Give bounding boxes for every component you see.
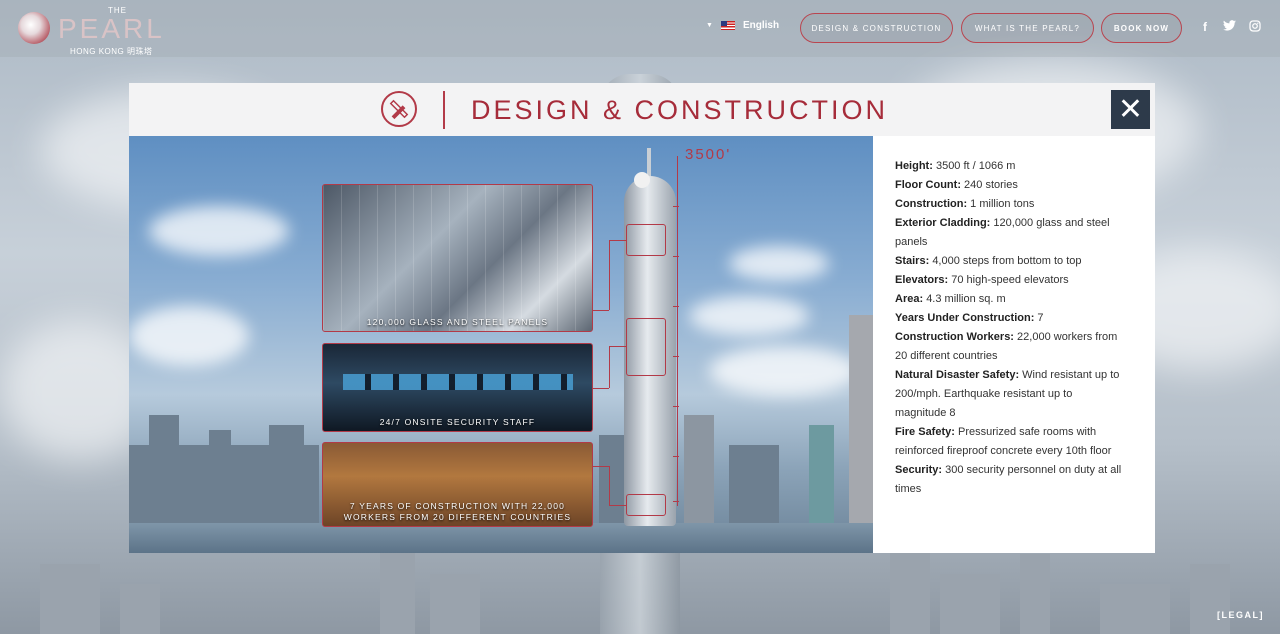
nav-book-now-button[interactable]: BOOK NOW xyxy=(1101,13,1182,43)
language-label: English xyxy=(742,20,780,31)
facts-list: Height: 3500 ft / 1066 m Floor Count: 240… xyxy=(895,157,1125,499)
height-label: 3500' xyxy=(685,146,732,163)
close-icon: ✕ xyxy=(1117,93,1144,126)
close-button[interactable]: ✕ xyxy=(1111,90,1150,129)
fact-value: 4,000 steps from bottom to top xyxy=(932,255,1082,267)
site-header: THE PEARL HONG KONG 明珠塔 ▼ English DESIGN… xyxy=(0,0,1280,57)
panel-caption: 7 YEARS OF CONSTRUCTION WITH 22,000 WORK… xyxy=(343,501,572,522)
pearl-orb xyxy=(634,172,650,188)
panel-caption: 120,000 GLASS AND STEEL PANELS xyxy=(366,317,549,327)
modal-title: DESIGN & CONSTRUCTION xyxy=(471,95,889,125)
us-flag-icon xyxy=(720,21,735,30)
fact-item: Area: 4.3 million sq. m xyxy=(895,290,1125,309)
fact-label: Exterior Cladding: xyxy=(895,217,991,229)
height-ruler xyxy=(677,156,678,506)
legal-link[interactable]: [LEGAL] xyxy=(1217,610,1264,620)
fact-label: Security: xyxy=(895,464,943,476)
fact-value: 240 stories xyxy=(964,179,1018,191)
glass-panels-photo: 120,000 GLASS AND STEEL PANELS xyxy=(322,184,593,332)
fact-item: Security: 300 security personnel on duty… xyxy=(895,461,1125,499)
logo-subtitle: HONG KONG 明珠塔 xyxy=(70,47,153,56)
callout-marker xyxy=(626,318,666,376)
fact-item: Construction: 1 million tons xyxy=(895,195,1125,214)
fact-label: Stairs: xyxy=(895,255,930,267)
caret-down-icon: ▼ xyxy=(706,22,713,29)
fact-label: Fire Safety: xyxy=(895,426,955,438)
fact-value: 7 xyxy=(1037,312,1044,324)
instagram-icon[interactable] xyxy=(1248,20,1262,35)
facebook-icon[interactable]: f xyxy=(1198,20,1212,34)
pearl-orb-icon xyxy=(18,12,50,44)
fact-item: Natural Disaster Safety: Wind resistant … xyxy=(895,366,1125,423)
fact-value: 1 million tons xyxy=(970,198,1035,210)
callout-marker xyxy=(626,494,666,516)
title-divider xyxy=(443,91,445,129)
fact-value: 4.3 million sq. m xyxy=(926,293,1006,305)
fact-item: Stairs: 4,000 steps from bottom to top xyxy=(895,252,1125,271)
fact-label: Natural Disaster Safety: xyxy=(895,369,1020,381)
construction-photo: 7 YEARS OF CONSTRUCTION WITH 22,000 WORK… xyxy=(322,442,593,527)
fact-label: Area: xyxy=(895,293,924,305)
fact-item: Elevators: 70 high-speed elevators xyxy=(895,271,1125,290)
nav-design-construction-button[interactable]: DESIGN & CONSTRUCTION xyxy=(800,13,953,43)
fact-item: Floor Count: 240 stories xyxy=(895,176,1125,195)
fact-item: Height: 3500 ft / 1066 m xyxy=(895,157,1125,176)
design-construction-modal: DESIGN & CONSTRUCTION ✕ 3500' 120,000 GL… xyxy=(129,83,1155,553)
fact-value: 70 high-speed elevators xyxy=(951,274,1069,286)
security-staff-photo: 24/7 ONSITE SECURITY STAFF xyxy=(322,343,593,432)
fact-item: Exterior Cladding: 120,000 glass and ste… xyxy=(895,214,1125,252)
fact-label: Construction Workers: xyxy=(895,331,1014,343)
fact-label: Elevators: xyxy=(895,274,949,286)
pencil-ruler-icon xyxy=(381,91,417,127)
fact-item: Construction Workers: 22,000 workers fro… xyxy=(895,328,1125,366)
nav-what-is-the-pearl-button[interactable]: WHAT IS THE PEARL? xyxy=(961,13,1094,43)
logo-wordmark: PEARL xyxy=(58,13,165,44)
fact-label: Construction: xyxy=(895,198,968,210)
tower-infographic: 3500' 120,000 GLASS AND STEEL PANELS 24/… xyxy=(129,136,873,553)
fact-value: 3500 ft / 1066 m xyxy=(935,160,1016,172)
panel-caption: 24/7 ONSITE SECURITY STAFF xyxy=(379,417,536,427)
language-selector[interactable]: ▼ English xyxy=(706,20,779,31)
twitter-icon[interactable] xyxy=(1222,20,1236,34)
pearl-logo[interactable]: THE PEARL HONG KONG 明珠塔 xyxy=(18,6,188,56)
callout-marker xyxy=(626,224,666,256)
fact-item: Fire Safety: Pressurized safe rooms with… xyxy=(895,423,1125,461)
fact-item: Years Under Construction: 7 xyxy=(895,309,1125,328)
modal-header: DESIGN & CONSTRUCTION ✕ xyxy=(129,83,1155,136)
fact-label: Floor Count: xyxy=(895,179,961,191)
fact-label: Height: xyxy=(895,160,933,172)
fact-label: Years Under Construction: xyxy=(895,312,1035,324)
